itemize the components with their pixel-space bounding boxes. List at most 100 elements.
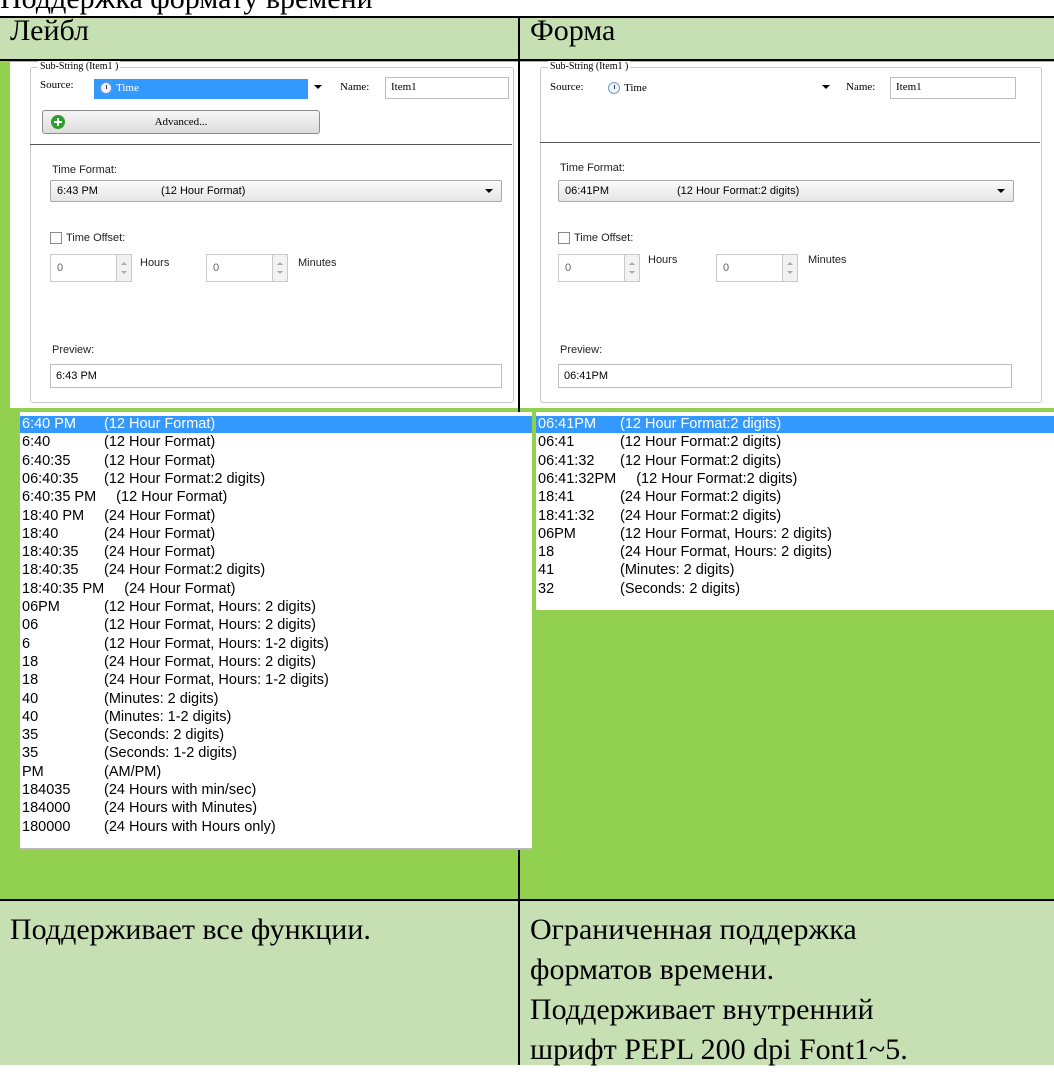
left-minutes-spinner[interactable]: 0 xyxy=(206,254,288,282)
left-format-option[interactable]: 35 (Seconds: 1-2 digits) xyxy=(20,745,532,762)
left-source-label: Source: xyxy=(40,79,74,91)
right-format-option[interactable]: 18:41:32 (24 Hour Format:2 digits) xyxy=(536,508,1054,525)
left-format-option[interactable]: 06 (12 Hour Format, Hours: 2 digits) xyxy=(20,617,532,634)
advanced-button[interactable]: Advanced... xyxy=(42,110,320,134)
left-time-offset-label: Time Offset: xyxy=(66,232,126,244)
left-preview-label: Preview: xyxy=(52,344,95,356)
left-format-option[interactable]: 180000 (24 Hours with Hours only) xyxy=(20,819,532,836)
right-source-select[interactable]: Time xyxy=(602,79,836,99)
arrow-up-icon[interactable] xyxy=(277,262,283,265)
right-format-option[interactable]: 41 (Minutes: 2 digits) xyxy=(536,562,1054,579)
left-format-option[interactable]: 40 (Minutes: 1-2 digits) xyxy=(20,709,532,726)
format-description: (24 Hour Format, Hours: 2 digits) xyxy=(620,544,832,561)
arrow-down-icon[interactable] xyxy=(787,271,793,274)
left-group-title: Sub-String (Item1 ) xyxy=(38,61,121,72)
arrow-down-icon[interactable] xyxy=(629,271,635,274)
left-time-format-label: Time Format: xyxy=(52,164,117,176)
format-value: 18:40 PM xyxy=(22,507,85,524)
left-format-option[interactable]: 18:40:35 PM (24 Hour Format) xyxy=(20,581,532,598)
left-format-option[interactable]: 6:40 (12 Hour Format) xyxy=(20,434,532,451)
format-value: 35 xyxy=(22,727,39,744)
format-value: 06:41 xyxy=(538,434,575,451)
right-name-input[interactable]: Item1 xyxy=(890,77,1016,99)
format-value: 6:40 xyxy=(22,434,51,451)
left-time-offset-checkbox[interactable] xyxy=(50,232,62,244)
format-value: 18 xyxy=(22,653,39,670)
right-preview-value: 06:41PM xyxy=(564,370,609,382)
format-value: 6 xyxy=(22,635,31,652)
right-format-option[interactable]: 18:41 (24 Hour Format:2 digits) xyxy=(536,489,1054,506)
format-description: (24 Hours with min/sec) xyxy=(104,782,257,798)
grid-line xyxy=(0,899,1054,901)
left-format-option[interactable]: 35 (Seconds: 2 digits) xyxy=(20,727,532,744)
right-format-option[interactable]: 06:41:32PM (12 Hour Format:2 digits) xyxy=(536,471,1054,488)
right-minutes-spinner[interactable]: 0 xyxy=(716,254,798,282)
right-dialog: Sub-String (Item1 ) Source: Time Name: I… xyxy=(520,61,1054,408)
right-format-option[interactable]: 32 (Seconds: 2 digits) xyxy=(536,581,1054,598)
left-format-option[interactable]: PM (AM/PM) xyxy=(20,764,532,781)
left-format-option[interactable]: 6:40 PM (12 Hour Format) xyxy=(20,416,532,433)
left-format-option[interactable]: 06:40:35 (12 Hour Format:2 digits) xyxy=(20,471,532,488)
right-format-option[interactable]: 06PM (12 Hour Format, Hours: 2 digits) xyxy=(536,526,1054,543)
desc-left: Поддерживает все функции. xyxy=(10,913,371,946)
left-format-option[interactable]: 18 (24 Hour Format, Hours: 1-2 digits) xyxy=(20,672,532,689)
left-format-option[interactable]: 18:40:35 (24 Hour Format) xyxy=(20,544,532,561)
format-description: (12 Hour Format) xyxy=(104,452,216,469)
format-value: 18:40:35 xyxy=(22,544,79,561)
clock-icon xyxy=(608,82,620,94)
left-format-option[interactable]: 6:40:35 PM (12 Hour Format) xyxy=(20,489,532,506)
arrow-down-icon[interactable] xyxy=(121,271,127,274)
format-value: 180000 xyxy=(22,818,71,835)
right-hours-spinner[interactable]: 0 xyxy=(558,254,640,282)
left-name-value: Item1 xyxy=(391,81,417,93)
format-value: 06PM xyxy=(538,525,576,542)
right-format-option[interactable]: 06:41PM (12 Hour Format:2 digits) xyxy=(536,416,1054,433)
format-description: (12 Hour Format) xyxy=(104,416,216,432)
right-time-offset-checkbox[interactable] xyxy=(558,232,570,244)
left-format-option[interactable]: 18:40 (24 Hour Format) xyxy=(20,526,532,543)
format-description: (12 Hour Format, Hours: 2 digits) xyxy=(620,525,832,542)
right-time-offset-label: Time Offset: xyxy=(574,232,634,244)
right-format-option[interactable]: 06:41 (12 Hour Format:2 digits) xyxy=(536,434,1054,451)
left-format-list[interactable]: 6:40 PM (12 Hour Format) 6:40 (12 Hour Form… xyxy=(20,412,532,850)
format-description: (24 Hours with Minutes) xyxy=(104,800,258,817)
format-description: (Seconds: 1-2 digits) xyxy=(104,745,237,762)
arrow-down-icon[interactable] xyxy=(277,271,283,274)
format-value: 40 xyxy=(22,690,39,707)
left-format-option[interactable]: 18:40:35 (24 Hour Format:2 digits) xyxy=(20,562,532,579)
left-format-option[interactable]: 184000 (24 Hours with Minutes) xyxy=(20,800,532,817)
left-format-option[interactable]: 6 (12 Hour Format, Hours: 1-2 digits) xyxy=(20,636,532,653)
format-value: 6:40:35 xyxy=(22,452,71,469)
format-description: (12 Hour Format) xyxy=(116,489,228,506)
format-description: (Minutes: 2 digits) xyxy=(104,690,219,707)
left-source-select[interactable]: Time xyxy=(94,79,328,99)
arrow-up-icon[interactable] xyxy=(787,262,793,265)
left-format-option[interactable]: 40 (Minutes: 2 digits) xyxy=(20,691,532,708)
left-name-input[interactable]: Item1 xyxy=(385,77,509,99)
column-title-label: Лейбл xyxy=(10,14,89,47)
right-hours-value: 0 xyxy=(565,262,572,274)
format-value: 41 xyxy=(538,562,555,579)
left-format-option[interactable]: 18:40 PM (24 Hour Format) xyxy=(20,508,532,525)
arrow-up-icon[interactable] xyxy=(121,262,127,265)
left-hours-spinner[interactable]: 0 xyxy=(50,254,132,282)
left-format-option[interactable]: 184035 (24 Hours with min/sec) xyxy=(20,782,532,799)
separator xyxy=(540,142,1040,143)
right-format-list[interactable]: 06:41PM (12 Hour Format:2 digits) 06:41 (12… xyxy=(536,412,1054,610)
right-time-format-select[interactable]: 06:41PM (12 Hour Format:2 digits) xyxy=(558,180,1014,202)
left-format-option[interactable]: 06PM (12 Hour Format, Hours: 2 digits) xyxy=(20,599,532,616)
format-value: 6:40:35 PM xyxy=(22,489,97,506)
left-format-option[interactable]: 6:40:35 (12 Hour Format) xyxy=(20,453,532,470)
right-name-label: Name: xyxy=(846,81,876,93)
left-time-format-select[interactable]: 6:43 PM (12 Hour Format) xyxy=(50,180,502,202)
left-source-value: Time xyxy=(116,82,139,94)
right-format-option[interactable]: 06:41:32 (12 Hour Format:2 digits) xyxy=(536,453,1054,470)
right-format-option[interactable]: 18 (24 Hour Format, Hours: 2 digits) xyxy=(536,544,1054,561)
left-hours-value: 0 xyxy=(57,262,64,274)
right-minutes-label: Minutes xyxy=(808,254,847,266)
left-format-option[interactable]: 18 (24 Hour Format, Hours: 2 digits) xyxy=(20,654,532,671)
arrow-up-icon[interactable] xyxy=(629,262,635,265)
format-value: 18:40 xyxy=(22,525,59,542)
format-description: (24 Hour Format) xyxy=(104,544,216,561)
chevron-down-icon xyxy=(997,189,1005,193)
